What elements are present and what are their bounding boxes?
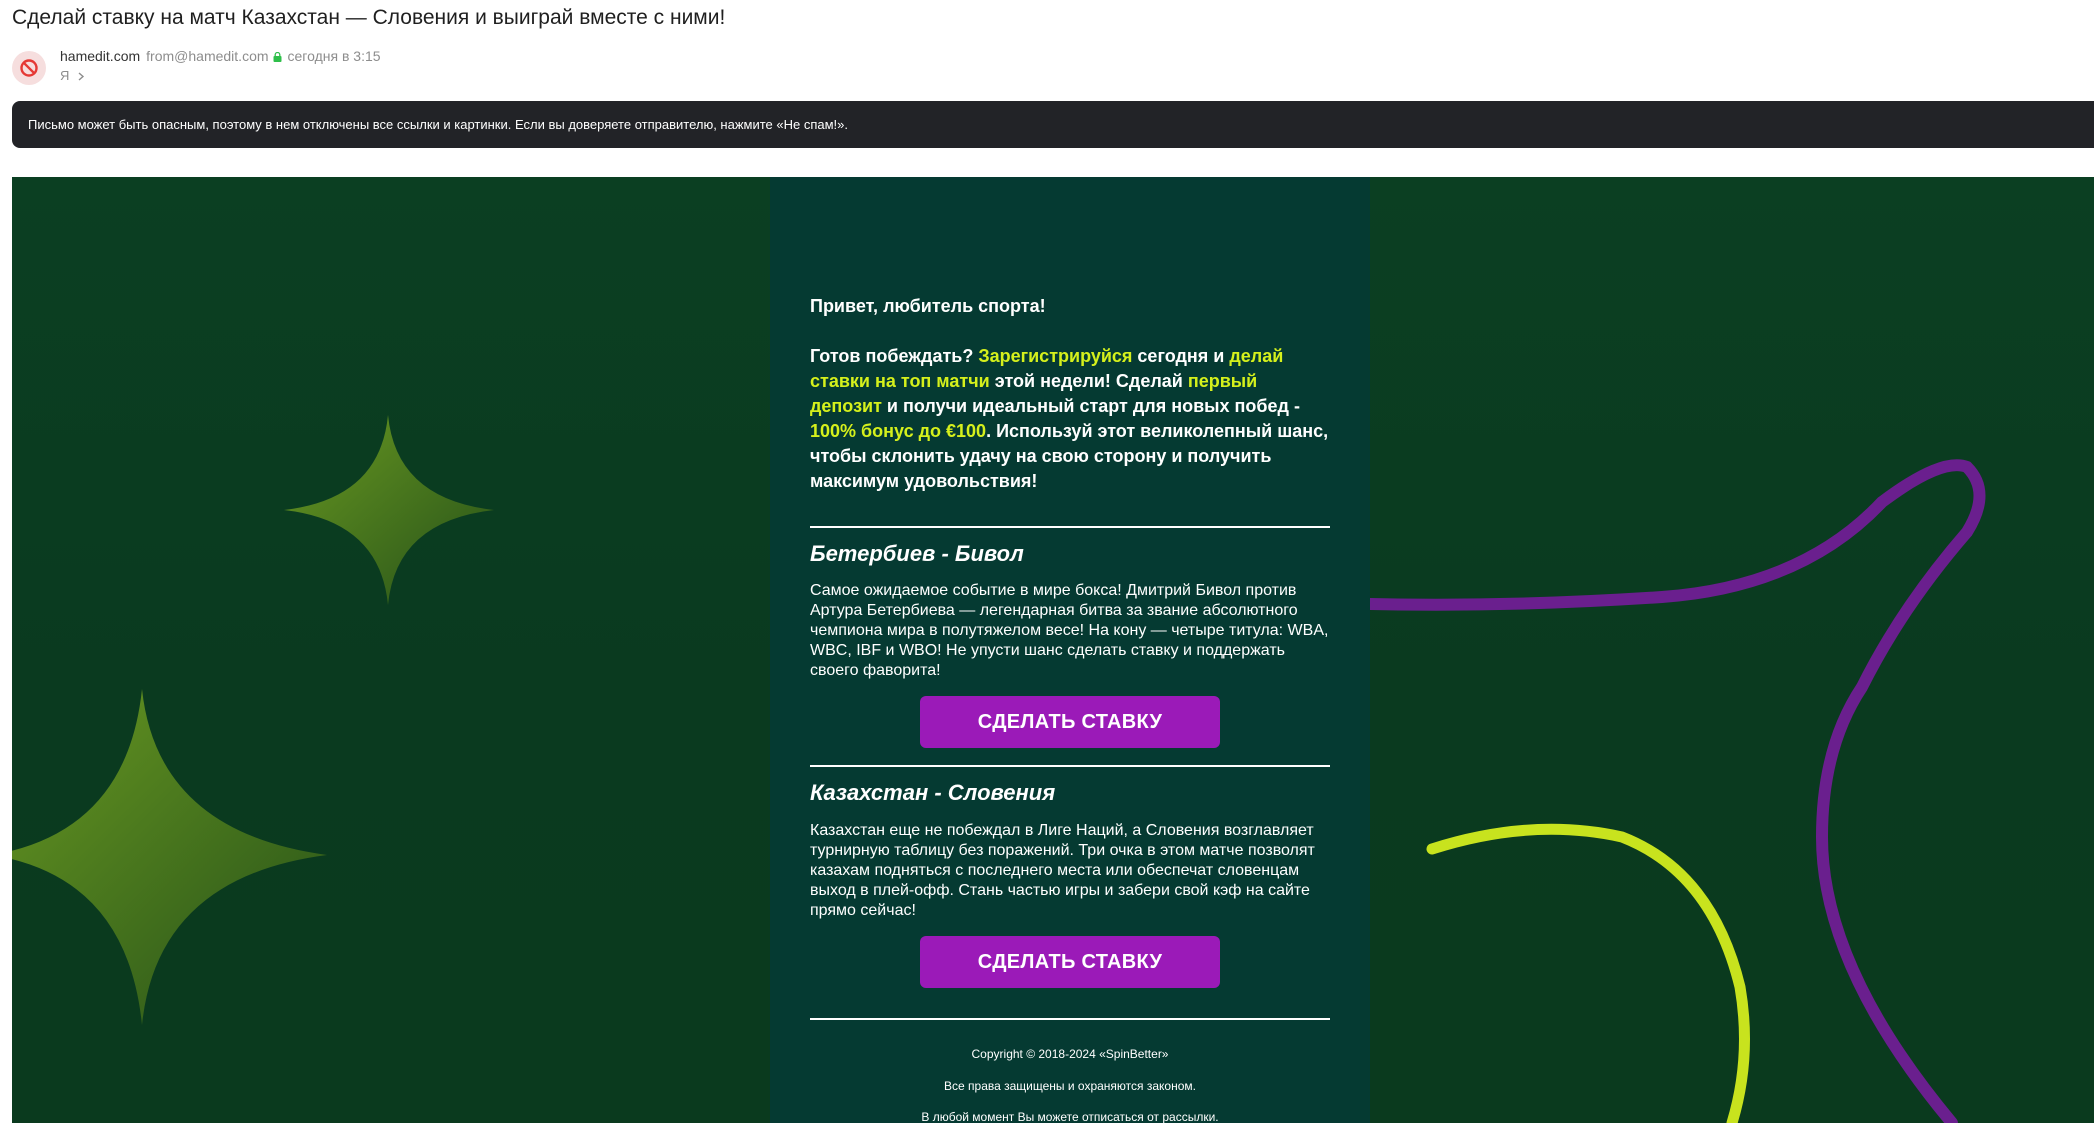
place-bet-button[interactable]: СДЕЛАТЬ СТАВКУ <box>920 936 1220 988</box>
sparkle-small-icon <box>284 415 494 605</box>
lime-arc <box>1426 823 1750 1123</box>
footer-rights: Все права защищены и охраняются законом. <box>944 1079 1196 1093</box>
match-title: Казахстан - Словения <box>810 780 1056 805</box>
footer-copyright: Copyright © 2018-2024 «SpinBetter» <box>971 1047 1169 1061</box>
intro-highlight-bonus: 100% бонус до €100 <box>810 421 987 441</box>
intro-highlight-register: Зарегистрируйся <box>978 346 1133 366</box>
match-description: Самое ожидаемое событие в мире бокса! Дм… <box>810 582 1329 679</box>
blocked-icon <box>20 59 38 77</box>
place-bet-button[interactable]: СДЕЛАТЬ СТАВКУ <box>920 696 1220 748</box>
purple-arc <box>1364 459 1986 1123</box>
intro-paragraph: Готов побеждать? Зарегистрируйся сегодня… <box>810 344 1330 494</box>
divider <box>810 765 1330 767</box>
divider <box>810 526 1330 528</box>
sender-avatar[interactable] <box>12 51 46 85</box>
match-title: Бетербиев - Бивол <box>810 541 1024 566</box>
sender-email[interactable]: from@hamedit.com <box>146 48 268 64</box>
match-description: Казахстан еще не побеждал в Лиге Наций, … <box>810 822 1315 919</box>
spam-warning-banner: Письмо может быть опасным, поэтому в нем… <box>12 101 2094 148</box>
sparkle-large-icon <box>12 689 327 1025</box>
sender-name[interactable]: hamedit.com <box>60 48 140 64</box>
spam-warning-text: Письмо может быть опасным, поэтому в нем… <box>28 117 849 132</box>
greeting: Привет, любитель спорта! <box>810 296 1046 316</box>
chevron-right-icon <box>78 72 85 81</box>
intro-text-1: Готов побеждать? <box>810 346 979 366</box>
divider <box>810 1018 1330 1020</box>
sender-info: hamedit.com from@hamedit.com сегодня в 3:… <box>60 48 381 64</box>
recipient[interactable]: Я <box>60 68 85 83</box>
recipient-label: Я <box>60 68 70 83</box>
intro-text-4: и получи идеальный старт для новых побед… <box>881 396 1300 416</box>
email-time: сегодня в 3:15 <box>287 48 381 64</box>
lock-icon <box>273 52 282 62</box>
intro-text-3: этой недели! Сделай <box>989 371 1188 391</box>
email-content-column: Привет, любитель спорта! Готов побеждать… <box>770 177 1370 1123</box>
footer-unsubscribe[interactable]: В любой момент Вы можете отписаться от р… <box>810 1110 1330 1123</box>
email-subject: Сделай ставку на матч Казахстан — Словен… <box>12 6 726 29</box>
intro-text-2: сегодня и <box>1132 346 1230 366</box>
email-body: Привет, любитель спорта! Готов побеждать… <box>12 177 2094 1123</box>
